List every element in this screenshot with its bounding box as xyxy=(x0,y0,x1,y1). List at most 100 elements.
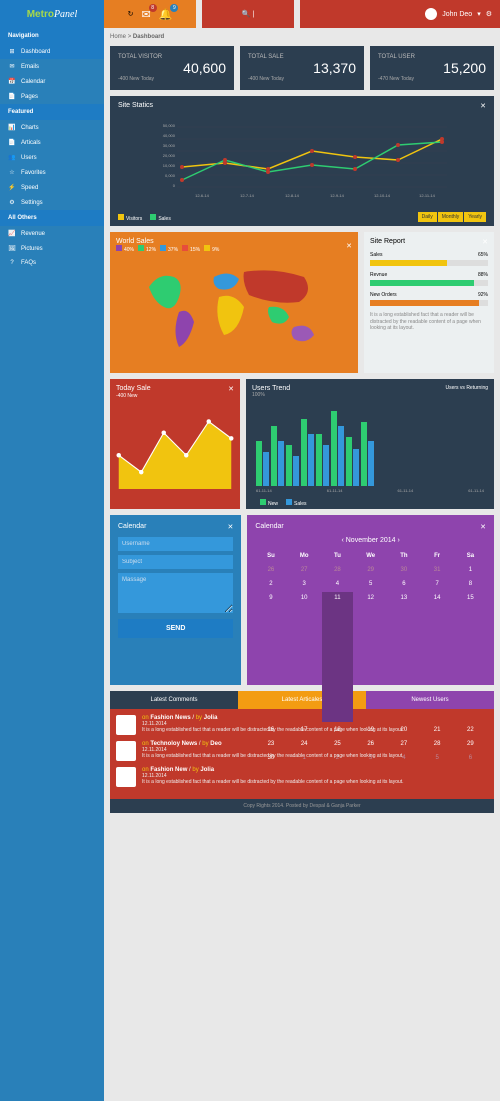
nav-icon: ⚡ xyxy=(8,184,16,191)
calendar-day[interactable]: 7 xyxy=(422,578,453,590)
nav-item-faqs[interactable]: ?FAQs xyxy=(0,256,104,270)
nav-item-calendar[interactable]: 📅Calendar xyxy=(0,74,104,89)
nav-item-dashboard[interactable]: ⊞Dashboard xyxy=(0,44,104,59)
nav-icon: 📅 xyxy=(8,78,16,85)
tab[interactable]: Newest Users xyxy=(366,691,494,709)
bell-icon[interactable]: 🔔9 xyxy=(159,8,173,21)
comment-item: on Fashion New / by Jolia12.11.2014It is… xyxy=(116,767,488,787)
close-icon[interactable]: ✕ xyxy=(228,385,234,393)
nav-item-emails[interactable]: ✉Emails xyxy=(0,59,104,74)
user-menu[interactable]: John Deo ▾ ⚙ xyxy=(300,0,500,28)
tabs-panel: Latest CommentsLatest ArticalesNewest Us… xyxy=(110,691,494,799)
close-icon[interactable]: ✕ xyxy=(227,523,233,531)
calendar-day[interactable]: 6 xyxy=(388,578,419,590)
subject-input[interactable] xyxy=(118,555,233,569)
calendar-day[interactable]: 3 xyxy=(289,578,320,590)
avatar xyxy=(116,767,136,787)
calendar-day[interactable]: 5 xyxy=(355,578,386,590)
breadcrumb-home[interactable]: Home xyxy=(110,34,126,40)
svg-text:12-6-14: 12-6-14 xyxy=(195,193,210,198)
stat-card: TOTAL SALE13,370-400 New Today xyxy=(240,46,364,90)
nav-item-charts[interactable]: 📊Charts xyxy=(0,120,104,135)
calendar-day[interactable]: 26 xyxy=(255,564,286,576)
nav-header-others: All Others xyxy=(0,210,104,226)
calendar-day[interactable]: 28 xyxy=(322,564,353,576)
mail-icon[interactable]: ✉8 xyxy=(141,8,150,21)
svg-text:12-7-14: 12-7-14 xyxy=(240,193,255,198)
calendar-day[interactable]: 30 xyxy=(388,564,419,576)
send-button[interactable]: SEND xyxy=(118,619,233,638)
search-bar[interactable]: 🔍 | xyxy=(202,0,294,28)
time-range-button[interactable]: Daily xyxy=(418,212,437,222)
nav-icon: 📈 xyxy=(8,230,16,237)
nav-icon: ⊞ xyxy=(8,48,16,55)
svg-text:30,000: 30,000 xyxy=(163,143,176,148)
calendar-day-header: Sa xyxy=(455,550,486,562)
report-text: It is a long established fact that a rea… xyxy=(370,312,488,332)
calendar-day-header: Th xyxy=(388,550,419,562)
gear-icon[interactable]: ⚙ xyxy=(486,10,492,18)
prev-month-icon[interactable]: ‹ xyxy=(341,537,343,544)
nav-item-speed[interactable]: ⚡Speed xyxy=(0,180,104,195)
tab[interactable]: Latest Comments xyxy=(110,691,238,709)
nav-item-revenue[interactable]: 📈Revenue xyxy=(0,226,104,241)
site-report-panel: Site Report✕ Sales65%Revnue88%New Orders… xyxy=(364,232,494,373)
bar-chart xyxy=(252,406,488,486)
close-icon[interactable]: ✕ xyxy=(480,102,486,110)
svg-text:0: 0 xyxy=(173,183,176,188)
close-icon[interactable]: ✕ xyxy=(480,523,486,531)
calendar-day[interactable]: 31 xyxy=(422,564,453,576)
notification-bar: ↻ ✉8 🔔9 xyxy=(104,0,196,28)
calendar-day[interactable]: 4 xyxy=(322,578,353,590)
line-chart: 50,00040,00030,00020,00010,0000,0000 12-… xyxy=(118,122,486,202)
svg-text:20,000: 20,000 xyxy=(163,153,176,158)
refresh-icon[interactable]: ↻ xyxy=(128,10,134,18)
contact-form-panel: Calendar✕ SEND xyxy=(110,515,241,685)
calendar-day[interactable]: 27 xyxy=(289,564,320,576)
close-icon[interactable]: ✕ xyxy=(346,242,352,250)
nav-item-favorites[interactable]: ☆Favorites xyxy=(0,165,104,180)
nav-icon: 🖼 xyxy=(8,245,16,252)
svg-text:40,000: 40,000 xyxy=(163,133,176,138)
calendar-day[interactable]: 1 xyxy=(455,564,486,576)
message-input[interactable] xyxy=(118,573,233,613)
report-bar: Revnue88% xyxy=(370,272,488,286)
nav-item-pages[interactable]: 📄Pages xyxy=(0,89,104,104)
report-bar: Sales65% xyxy=(370,252,488,266)
svg-text:12-11-14: 12-11-14 xyxy=(419,193,435,198)
panel-title: World Sales xyxy=(116,238,154,245)
nav-icon: 📊 xyxy=(8,124,16,131)
report-bar: New Orders92% xyxy=(370,292,488,306)
nav-icon: 📄 xyxy=(8,93,16,100)
avatar xyxy=(116,715,136,735)
time-range-button[interactable]: Yearly xyxy=(464,212,486,222)
nav-header-featured: Featured xyxy=(0,104,104,120)
svg-text:0,000: 0,000 xyxy=(165,173,176,178)
nav-icon: ? xyxy=(8,260,16,266)
world-map[interactable] xyxy=(116,257,352,367)
chevron-down-icon: ▾ xyxy=(477,10,481,18)
svg-text:50,000: 50,000 xyxy=(163,123,176,128)
nav-icon: ⚙ xyxy=(8,199,16,206)
svg-text:12-10-14: 12-10-14 xyxy=(374,193,391,198)
nav-icon: 📄 xyxy=(8,139,16,146)
calendar-day[interactable]: 8 xyxy=(455,578,486,590)
calendar-panel: Calendar✕ ‹ November 2014 › SuMoTuWeThFr… xyxy=(247,515,494,685)
nav-item-settings[interactable]: ⚙Settings xyxy=(0,195,104,210)
time-range-button[interactable]: Monthly xyxy=(438,212,464,222)
user-name: John Deo xyxy=(442,11,472,18)
nav-item-articals[interactable]: 📄Articals xyxy=(0,135,104,150)
next-month-icon[interactable]: › xyxy=(398,537,400,544)
close-icon[interactable]: ✕ xyxy=(482,238,488,246)
calendar-day[interactable]: 2 xyxy=(255,578,286,590)
logo[interactable]: MetroPanel xyxy=(0,0,104,28)
calendar-day[interactable]: 11 xyxy=(322,592,353,722)
main-content: Home > Dashboard TOTAL VISITOR40,600-400… xyxy=(104,28,500,1101)
username-input[interactable] xyxy=(118,537,233,551)
sidebar: Navigation ⊞Dashboard✉Emails📅Calendar📄Pa… xyxy=(0,28,104,1101)
nav-item-users[interactable]: 👥Users xyxy=(0,150,104,165)
calendar-day[interactable]: 29 xyxy=(355,564,386,576)
comment-item: on Fashion News / by Jolia12.11.2014It i… xyxy=(116,715,488,735)
area-chart xyxy=(116,399,234,489)
nav-item-pictures[interactable]: 🖼Pictures xyxy=(0,241,104,256)
